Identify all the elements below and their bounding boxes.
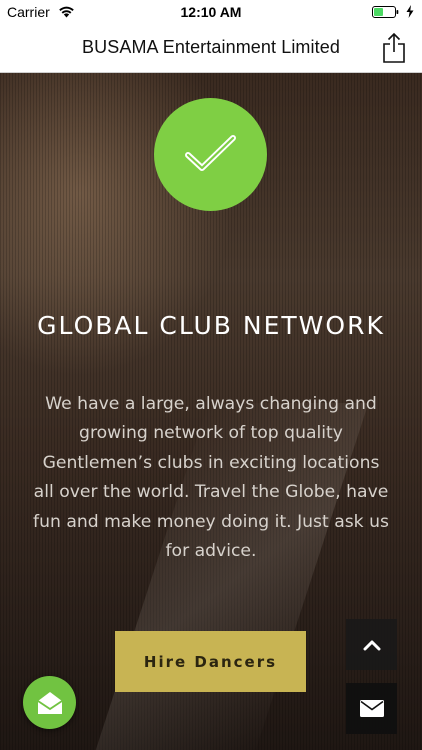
battery-icon [372, 6, 399, 18]
section-description: We have a large, always changing and gro… [33, 394, 389, 562]
email-button[interactable] [346, 683, 397, 734]
checkmark-badge [154, 98, 267, 211]
envelope-icon [359, 700, 384, 717]
navigation-bar: BUSAMA Entertainment Limited [0, 24, 422, 73]
hire-dancers-button[interactable]: Hire Dancers [115, 631, 306, 692]
hero-section: GLOBAL CLUB NETWORK We have a large, alw… [0, 73, 422, 750]
charging-bolt-icon [406, 5, 414, 18]
page-title: BUSAMA Entertainment Limited [82, 37, 340, 57]
scroll-to-top-button[interactable] [346, 619, 397, 670]
checkmark-icon [185, 135, 236, 171]
status-time: 12:10 AM [180, 4, 242, 20]
contact-fab-button[interactable] [23, 676, 76, 729]
open-envelope-icon [37, 691, 62, 714]
chevron-up-icon [363, 640, 380, 650]
share-button[interactable] [380, 32, 408, 64]
status-bar: Carrier 12:10 AM [0, 0, 422, 24]
section-title: GLOBAL CLUB NETWORK [37, 311, 385, 340]
